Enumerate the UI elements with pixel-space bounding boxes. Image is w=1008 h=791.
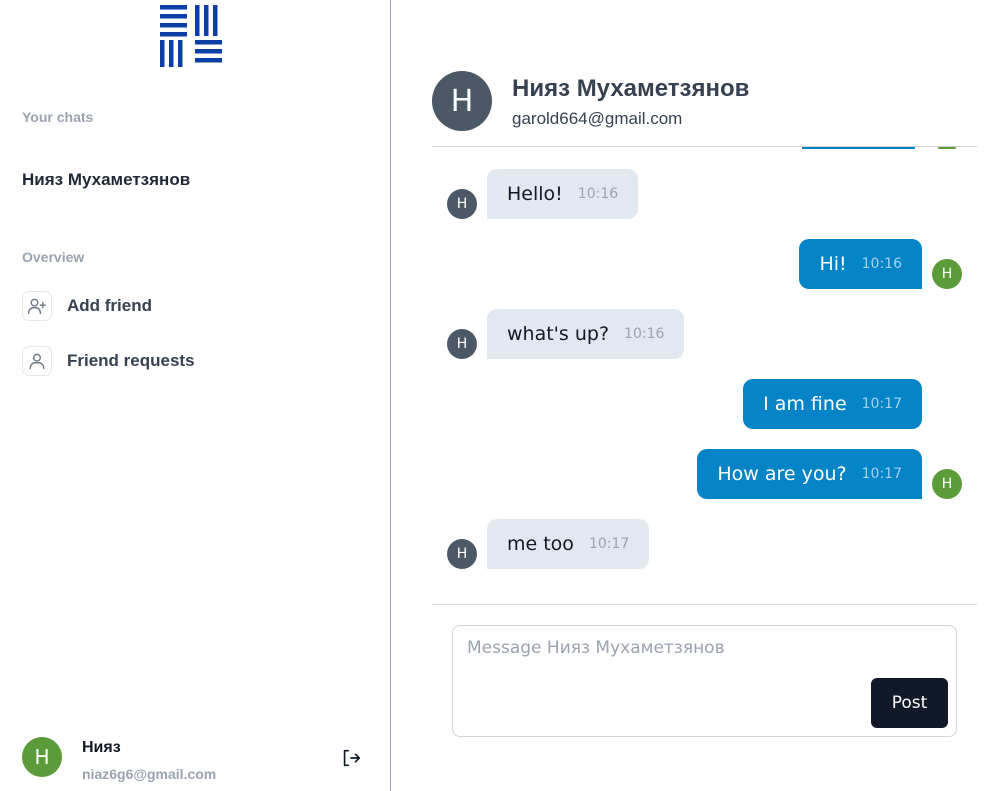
- message-time: 10:16: [577, 186, 619, 202]
- message-text: I am fine: [763, 393, 847, 415]
- message-text: Hi!: [819, 253, 847, 275]
- message-bubble: what's up? 10:16: [487, 309, 685, 359]
- avatar: H: [932, 259, 962, 289]
- current-user-name: Нияз: [82, 739, 121, 756]
- message-time: 10:16: [624, 326, 665, 342]
- message-bubble: How are you? 10:17: [697, 449, 922, 499]
- message-bubble: I am fine 10:17: [743, 379, 922, 429]
- user-icon: [22, 346, 52, 376]
- friend-requests-label: Friend requests: [67, 351, 195, 370]
- logout-icon[interactable]: [340, 747, 362, 769]
- message-text: me too: [507, 533, 574, 555]
- chat-app: Your chats Нияз Мухаметзянов Overview Ad…: [0, 0, 1008, 791]
- partner-avatar: H: [432, 71, 492, 131]
- post-button[interactable]: Post: [871, 678, 948, 728]
- message-time: 10:17: [861, 466, 902, 482]
- message-text: Hello!: [507, 183, 563, 205]
- message-text: How are you?: [717, 463, 847, 485]
- message-list[interactable]: Hello! 10:16 H Hi! 10:16 H what's up? 10…: [432, 147, 977, 604]
- avatar: H: [22, 737, 62, 777]
- partner-name: Нияз Мухаметзянов: [512, 75, 750, 102]
- composer-divider: [432, 604, 977, 605]
- current-user-card: H Нияз niaz6g6@gmail.com: [22, 737, 367, 782]
- message-time: 10:16: [861, 256, 902, 272]
- sidebar-chat-item[interactable]: Нияз Мухаметзянов: [22, 170, 190, 190]
- add-friend-label: Add friend: [67, 296, 152, 315]
- message-input[interactable]: [467, 638, 867, 668]
- message-bubble: Hello! 10:16: [487, 169, 639, 219]
- sidebar: Your chats Нияз Мухаметзянов Overview Ad…: [0, 0, 391, 791]
- user-plus-icon: [22, 291, 52, 321]
- message-time: 10:17: [861, 396, 902, 412]
- avatar: H: [447, 539, 477, 569]
- sidebar-item-add-friend[interactable]: Add friend: [22, 291, 152, 321]
- avatar: H: [932, 469, 962, 499]
- sidebar-item-friend-requests[interactable]: Friend requests: [22, 346, 195, 376]
- avatar: H: [447, 329, 477, 359]
- partner-email: garold664@gmail.com: [512, 109, 683, 128]
- message-bubble: me too 10:17: [487, 519, 650, 569]
- overview-heading: Overview: [22, 249, 85, 265]
- message-composer: Post: [452, 625, 957, 737]
- current-user-email: niaz6g6@gmail.com: [82, 766, 217, 782]
- app-logo-icon[interactable]: [160, 5, 222, 67]
- message-time: 10:17: [588, 536, 630, 552]
- message-bubble: Hi! 10:16: [799, 239, 922, 289]
- avatar: H: [447, 189, 477, 219]
- your-chats-heading: Your chats: [22, 109, 94, 125]
- message-text: what's up?: [507, 323, 610, 345]
